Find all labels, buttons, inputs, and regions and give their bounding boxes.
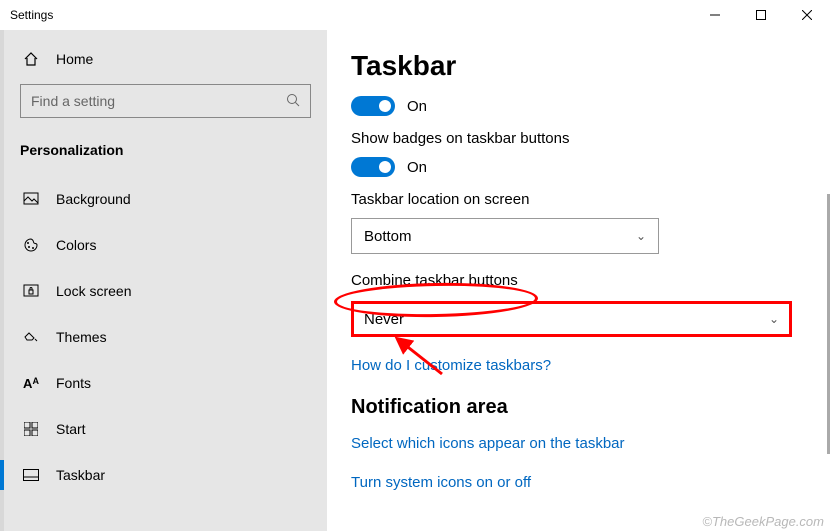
toggle-badges-label: On: [407, 159, 427, 176]
watermark: ©TheGeekPage.com: [702, 514, 824, 529]
colors-icon: [20, 237, 42, 253]
home-button[interactable]: Home: [20, 40, 311, 78]
themes-icon: [20, 329, 42, 345]
search-placeholder: Find a setting: [31, 93, 115, 109]
fonts-icon: AA: [20, 376, 42, 391]
start-icon: [20, 422, 42, 436]
sidebar-item-taskbar[interactable]: Taskbar: [4, 452, 327, 498]
icons-link[interactable]: Select which icons appear on the taskbar: [351, 435, 796, 452]
sidebar-item-fonts[interactable]: AA Fonts: [4, 360, 327, 406]
location-value: Bottom: [364, 228, 412, 245]
home-icon: [20, 51, 42, 67]
sidebar-item-lockscreen[interactable]: Lock screen: [4, 268, 327, 314]
sidebar-item-colors[interactable]: Colors: [4, 222, 327, 268]
category-label: Personalization: [20, 132, 311, 176]
chevron-down-icon: ⌄: [636, 229, 646, 243]
content-pane: Taskbar On Show badges on taskbar button…: [327, 30, 830, 531]
location-label: Taskbar location on screen: [351, 191, 796, 208]
minimize-button[interactable]: [692, 0, 738, 30]
sidebar: Home Find a setting Personalization Back…: [0, 30, 327, 531]
sidebar-item-label: Lock screen: [56, 283, 131, 299]
close-button[interactable]: [784, 0, 830, 30]
maximize-button[interactable]: [738, 0, 784, 30]
home-label: Home: [56, 51, 93, 67]
customize-link[interactable]: How do I customize taskbars?: [351, 357, 796, 374]
search-icon: [286, 93, 300, 110]
sidebar-item-label: Taskbar: [56, 467, 105, 483]
lockscreen-icon: [20, 283, 42, 299]
sidebar-item-label: Background: [56, 191, 131, 207]
combine-value: Never: [364, 311, 404, 328]
sidebar-item-start[interactable]: Start: [4, 406, 327, 452]
search-input[interactable]: Find a setting: [20, 84, 311, 118]
page-title: Taskbar: [351, 50, 796, 82]
titlebar: Settings: [0, 0, 830, 30]
taskbar-icon: [20, 469, 42, 481]
window-title: Settings: [10, 8, 53, 22]
sidebar-item-background[interactable]: Background: [4, 176, 327, 222]
notification-title: Notification area: [351, 396, 796, 419]
toggle-1[interactable]: [351, 96, 395, 116]
badges-label: Show badges on taskbar buttons: [351, 130, 796, 147]
combine-label: Combine taskbar buttons: [351, 272, 796, 289]
combine-select[interactable]: Never ⌄: [351, 301, 792, 337]
sidebar-item-label: Fonts: [56, 375, 91, 391]
sidebar-item-label: Themes: [56, 329, 107, 345]
sidebar-item-label: Start: [56, 421, 86, 437]
location-select[interactable]: Bottom ⌄: [351, 218, 659, 254]
window-controls: [692, 0, 830, 30]
chevron-down-icon: ⌄: [769, 312, 779, 326]
sidebar-item-themes[interactable]: Themes: [4, 314, 327, 360]
toggle-badges[interactable]: [351, 157, 395, 177]
background-icon: [20, 191, 42, 207]
toggle-1-label: On: [407, 98, 427, 115]
system-icons-link[interactable]: Turn system icons on or off: [351, 474, 796, 491]
sidebar-item-label: Colors: [56, 237, 96, 253]
